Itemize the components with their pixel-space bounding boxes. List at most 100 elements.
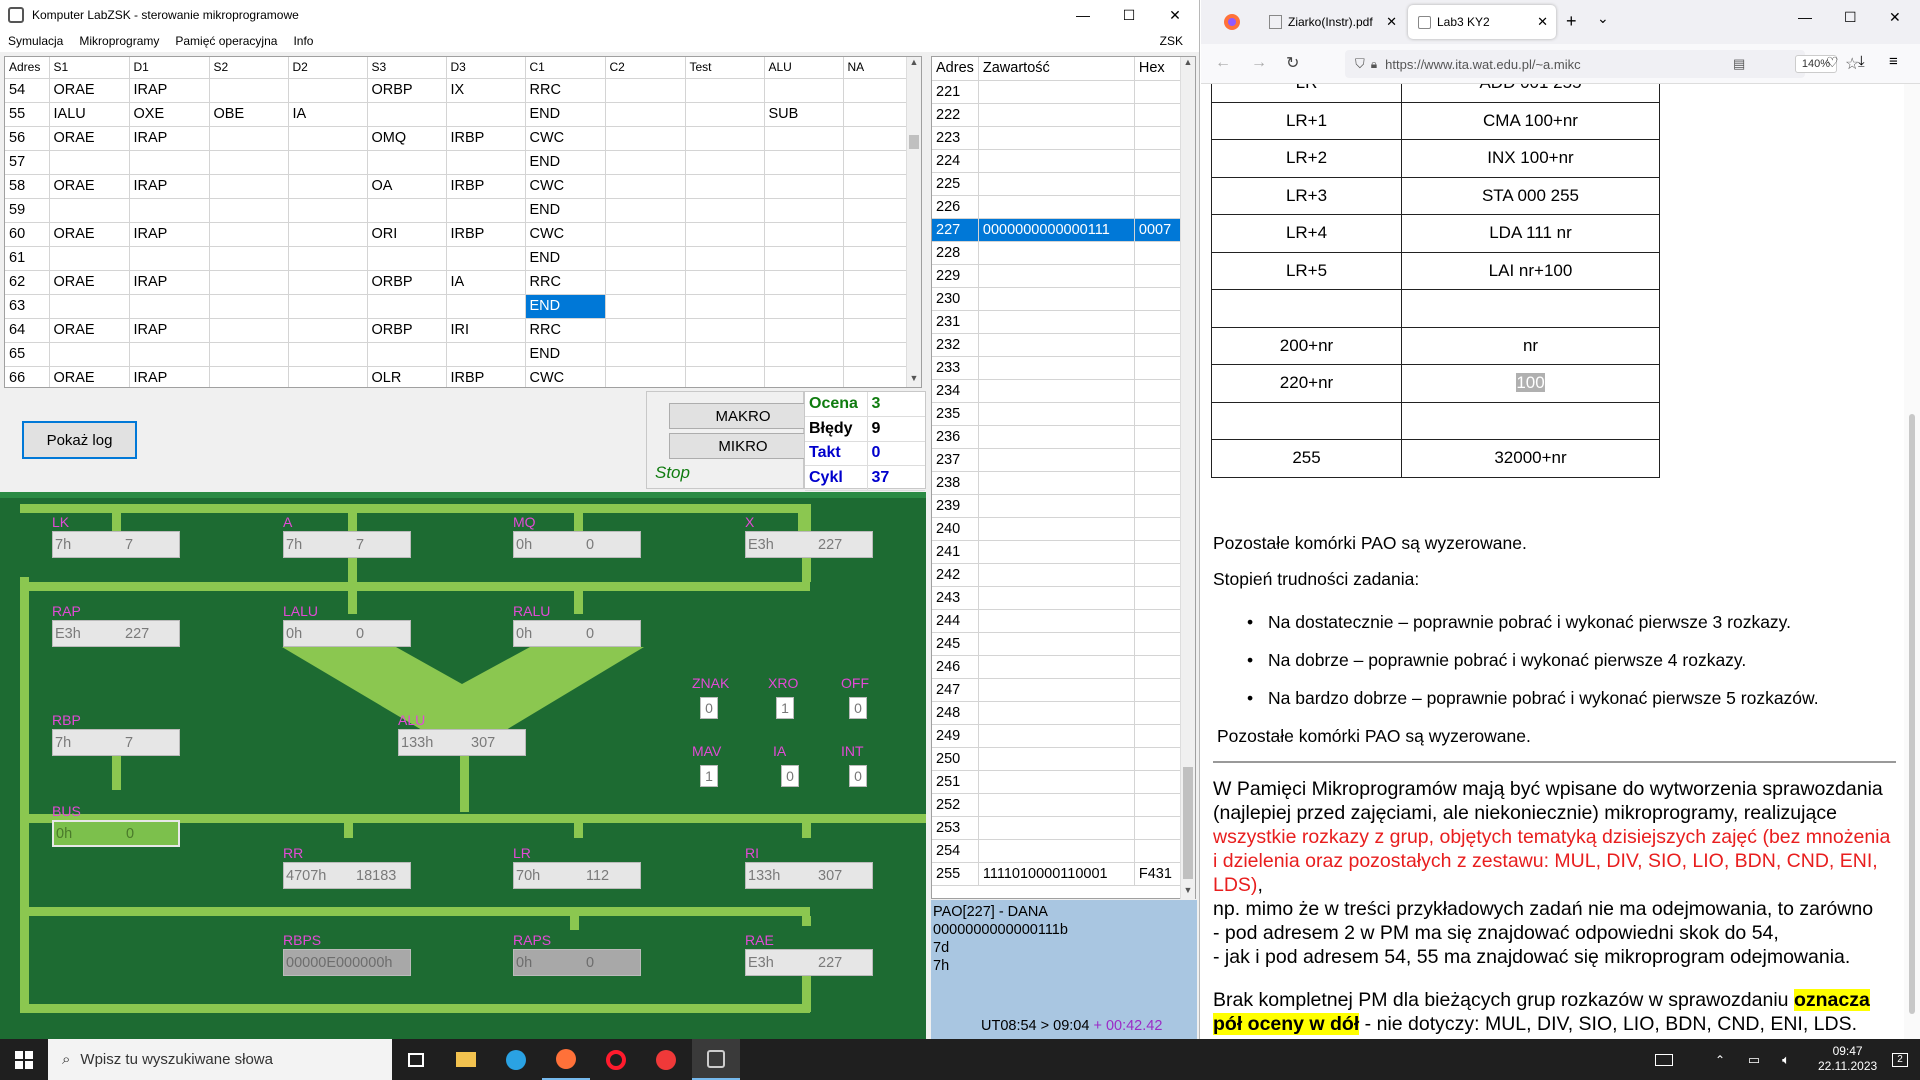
column-header[interactable]: S2	[209, 57, 289, 79]
register-lr[interactable]: 70h 112	[513, 862, 641, 889]
page-scrollbar[interactable]	[1904, 84, 1920, 1039]
memory-row[interactable]: 242	[932, 563, 1186, 587]
memory-address[interactable]: 251	[932, 770, 979, 794]
maximize-button[interactable]: ☐	[1106, 0, 1152, 30]
memory-address[interactable]: 252	[932, 793, 979, 817]
flag-xro[interactable]: 1	[776, 697, 794, 719]
memory-row[interactable]: 221	[932, 80, 1186, 104]
memory-address[interactable]: 250	[932, 747, 979, 771]
flag-off[interactable]: 0	[849, 697, 867, 719]
memory-value[interactable]	[978, 471, 1135, 495]
grid-cell[interactable]: RRC	[525, 270, 606, 295]
memory-hex[interactable]	[1134, 655, 1186, 679]
grid-cell[interactable]	[288, 318, 368, 343]
table-row[interactable]: 63 END	[5, 294, 907, 319]
memory-value[interactable]	[978, 655, 1135, 679]
forward-icon[interactable]: →	[1251, 54, 1267, 72]
grid-cell[interactable]	[605, 246, 686, 271]
memory-value[interactable]	[978, 609, 1135, 633]
grid-cell[interactable]: IRAP	[129, 174, 210, 199]
memory-hex[interactable]	[1134, 195, 1186, 219]
menu-symulacja[interactable]: Symulacja	[0, 34, 71, 48]
grid-cell[interactable]	[764, 342, 844, 367]
grid-cell[interactable]	[843, 126, 907, 151]
memory-address[interactable]: 237	[932, 448, 979, 472]
grid-cell[interactable]	[446, 246, 526, 271]
grid-cell[interactable]: END	[525, 246, 606, 271]
memory-value[interactable]	[978, 563, 1135, 587]
grid-cell[interactable]	[685, 78, 765, 103]
table-row[interactable]: 58 ORAE IRAP OA IRBP CWC	[5, 174, 907, 199]
memory-address[interactable]: 248	[932, 701, 979, 725]
grid-cell[interactable]	[288, 198, 368, 223]
memory-row[interactable]: 239	[932, 494, 1186, 518]
grid-cell[interactable]	[367, 150, 447, 175]
grid-cell[interactable]	[446, 150, 526, 175]
memory-row[interactable]: 225	[932, 172, 1186, 196]
grid-cell[interactable]	[209, 246, 289, 271]
register-x[interactable]: E3h 227	[745, 531, 873, 558]
grid-cell[interactable]	[367, 198, 447, 223]
grid-cell[interactable]	[685, 126, 765, 151]
memory-value[interactable]	[978, 448, 1135, 472]
memory-hex[interactable]	[1134, 770, 1186, 794]
grid-cell[interactable]	[605, 150, 686, 175]
memory-address[interactable]: 241	[932, 540, 979, 564]
grid-cell[interactable]	[843, 294, 907, 319]
lock-icon[interactable]: 🔒︎	[1371, 57, 1377, 72]
grid-cell[interactable]	[288, 126, 368, 151]
memory-value[interactable]	[978, 425, 1135, 449]
grid-cell[interactable]	[605, 174, 686, 199]
memory-value[interactable]	[978, 517, 1135, 541]
memory-hex[interactable]	[1134, 816, 1186, 840]
grid-cell[interactable]: OA	[367, 174, 447, 199]
grid-cell[interactable]	[49, 294, 130, 319]
grid-cell[interactable]	[367, 294, 447, 319]
memory-row[interactable]: 252	[932, 793, 1186, 817]
menu-mikroprogramy[interactable]: Mikroprogramy	[71, 34, 167, 48]
grid-cell[interactable]	[129, 342, 210, 367]
memory-address[interactable]: 242	[932, 563, 979, 587]
memory-row[interactable]: 250	[932, 747, 1186, 771]
memory-value[interactable]	[978, 333, 1135, 357]
memory-address[interactable]: 234	[932, 379, 979, 403]
memory-row[interactable]: 229	[932, 264, 1186, 288]
memory-address[interactable]: 247	[932, 678, 979, 702]
grid-cell[interactable]	[288, 222, 368, 247]
app-menu-icon[interactable]: ≡	[1889, 53, 1898, 70]
memory-row[interactable]: 232	[932, 333, 1186, 357]
row-address[interactable]: 61	[5, 246, 50, 271]
menu-pamiec-operacyjna[interactable]: Pamięć operacyjna	[167, 34, 285, 48]
grid-cell[interactable]	[49, 342, 130, 367]
grid-cell[interactable]	[288, 342, 368, 367]
edge-icon[interactable]	[492, 1039, 540, 1080]
memory-hex[interactable]	[1134, 103, 1186, 127]
register-ri[interactable]: 133h 307	[745, 862, 873, 889]
register-lalu[interactable]: 0h 0	[283, 620, 411, 647]
grid-cell[interactable]	[605, 318, 686, 343]
memory-value[interactable]	[978, 356, 1135, 380]
row-address[interactable]: 64	[5, 318, 50, 343]
grid-cell[interactable]: SUB	[764, 102, 844, 127]
memory-value[interactable]	[978, 195, 1135, 219]
memory-address[interactable]: 255	[932, 862, 979, 886]
memory-hex[interactable]	[1134, 632, 1186, 656]
memory-value[interactable]: 0000000000000111	[978, 218, 1135, 242]
column-header[interactable]: S1	[49, 57, 130, 79]
table-row[interactable]: 55 IALU OXE OBE IA END SUB	[5, 102, 907, 127]
memory-address[interactable]: 254	[932, 839, 979, 863]
grid-cell[interactable]	[367, 102, 447, 127]
grid-cell[interactable]	[764, 366, 844, 387]
grid-cell[interactable]: ORBP	[367, 318, 447, 343]
table-row[interactable]: 66 ORAE IRAP OLR IRBP CWC	[5, 366, 907, 387]
grid-cell[interactable]: OBE	[209, 102, 289, 127]
grid-cell[interactable]	[446, 102, 526, 127]
grid-cell[interactable]: ORAE	[49, 78, 130, 103]
list-tabs-icon[interactable]: ⌄	[1597, 10, 1609, 27]
memory-address[interactable]: 243	[932, 586, 979, 610]
memory-value[interactable]	[978, 149, 1135, 173]
memory-value[interactable]	[978, 678, 1135, 702]
shield-icon[interactable]: ⛉	[1355, 56, 1365, 72]
close-icon[interactable]: ✕	[1889, 9, 1901, 26]
register-alu[interactable]: 133h 307	[398, 729, 526, 756]
